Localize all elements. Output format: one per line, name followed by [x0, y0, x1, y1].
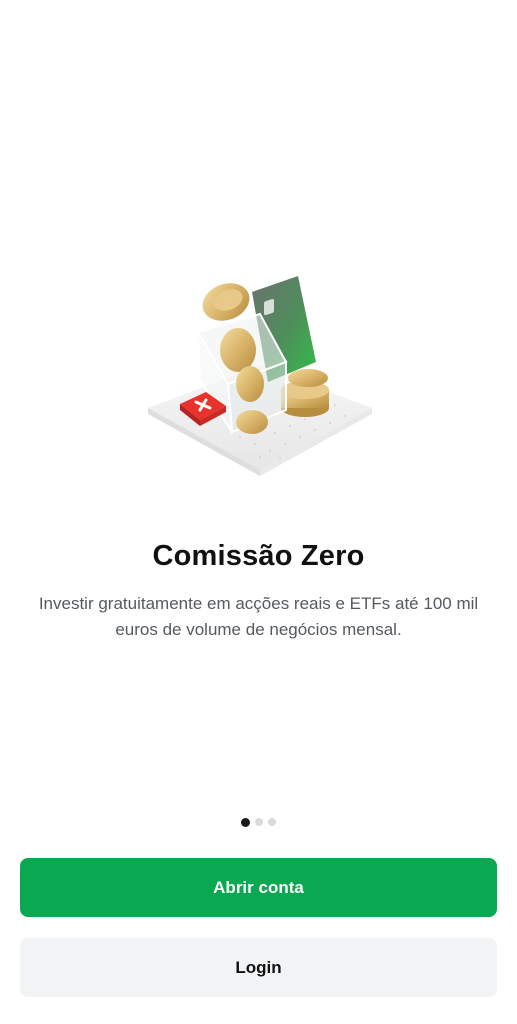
page-dot [255, 818, 263, 826]
open-account-label: Abrir conta [213, 877, 304, 897]
page-dot-active [241, 817, 250, 827]
page-indicator [0, 817, 517, 827]
coin [220, 328, 256, 372]
login-button[interactable]: Login [20, 938, 497, 997]
feature-description: Investir gratuitamente em acções reais e… [38, 594, 479, 639]
open-account-button[interactable]: Abrir conta [20, 858, 497, 917]
zero-commission-illustration [140, 262, 380, 482]
page-title: Comissão Zero [152, 540, 365, 572]
login-label: Login [235, 957, 282, 977]
page-dot [268, 818, 276, 826]
